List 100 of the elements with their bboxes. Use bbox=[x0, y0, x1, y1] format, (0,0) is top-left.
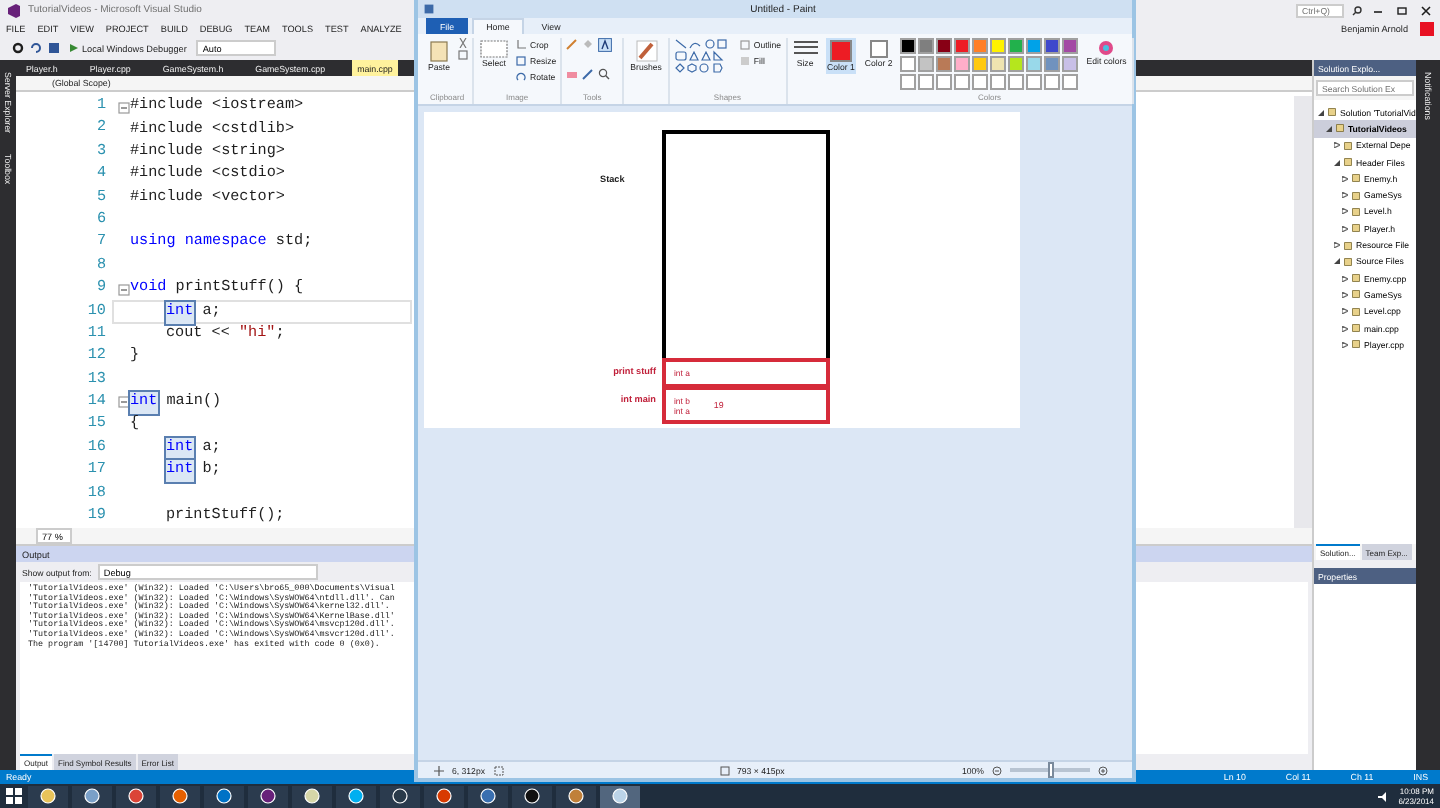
play-icon bbox=[70, 44, 78, 52]
expanded-icon bbox=[1318, 109, 1324, 116]
taskbar-app-button[interactable] bbox=[380, 785, 420, 807]
save-icon[interactable] bbox=[48, 42, 60, 54]
collapse-icon[interactable] bbox=[118, 283, 130, 296]
speaker-icon bbox=[1378, 791, 1389, 801]
app-icon bbox=[128, 788, 144, 804]
windows-logo-icon[interactable] bbox=[4, 786, 24, 806]
expanded-icon bbox=[1334, 258, 1340, 265]
palette-swatch[interactable] bbox=[972, 38, 989, 54]
zoom-out-icon[interactable] bbox=[992, 765, 1002, 775]
clipboard-icon bbox=[430, 40, 448, 62]
undo-icon[interactable] bbox=[30, 42, 42, 54]
taskbar-app-button[interactable] bbox=[512, 785, 552, 807]
taskbar-app-button[interactable] bbox=[160, 785, 200, 807]
palette-swatch[interactable] bbox=[990, 56, 1007, 72]
text-tool-icon[interactable] bbox=[598, 38, 613, 52]
taskbar-app-button[interactable] bbox=[336, 785, 376, 807]
taskbar-app-button[interactable] bbox=[600, 785, 640, 807]
palette-swatch[interactable] bbox=[936, 56, 953, 72]
copy-icon[interactable] bbox=[458, 50, 468, 60]
eraser-icon[interactable] bbox=[566, 68, 579, 80]
app-icon bbox=[216, 788, 232, 804]
palette-swatch[interactable] bbox=[1062, 38, 1079, 54]
app-icon bbox=[304, 788, 320, 804]
line-width-icon bbox=[793, 40, 818, 58]
color-wheel-icon bbox=[1098, 40, 1115, 56]
collapsed-icon bbox=[1342, 192, 1348, 199]
palette-swatch[interactable] bbox=[954, 56, 971, 72]
collapsed-icon bbox=[1342, 175, 1348, 182]
collapsed-icon bbox=[1334, 142, 1340, 149]
app-icon bbox=[84, 788, 100, 804]
expanded-icon bbox=[1326, 125, 1332, 132]
collapsed-icon bbox=[1342, 325, 1348, 331]
palette-swatch[interactable] bbox=[990, 38, 1007, 54]
palette-swatch[interactable] bbox=[972, 56, 989, 72]
magnifier-icon[interactable] bbox=[598, 68, 611, 80]
palette-swatch[interactable] bbox=[918, 56, 935, 72]
app-icon bbox=[436, 788, 452, 804]
taskbar-app-button[interactable] bbox=[468, 785, 508, 807]
collapse-icon[interactable] bbox=[118, 101, 130, 114]
taskbar-app-button[interactable] bbox=[116, 785, 156, 807]
taskbar-app-button[interactable] bbox=[204, 785, 244, 807]
app-icon bbox=[392, 788, 408, 804]
fill-icon bbox=[739, 56, 750, 66]
taskbar-app-button[interactable] bbox=[248, 785, 288, 807]
taskbar-app-button[interactable] bbox=[72, 785, 112, 807]
search-icon bbox=[1352, 5, 1362, 15]
app-icon bbox=[40, 788, 56, 804]
brush-icon bbox=[635, 40, 658, 62]
app-icon bbox=[524, 788, 540, 804]
selection-size-icon bbox=[493, 765, 503, 775]
app-icon bbox=[480, 788, 496, 804]
palette-swatch[interactable] bbox=[918, 38, 935, 54]
app-icon bbox=[568, 788, 584, 804]
restore-icon[interactable] bbox=[1394, 5, 1410, 15]
palette-swatch[interactable] bbox=[1008, 38, 1025, 54]
avatar-icon bbox=[1420, 21, 1434, 35]
visual-studio-logo-icon bbox=[6, 3, 20, 17]
palette-swatch[interactable] bbox=[1044, 56, 1061, 72]
color-picker-icon[interactable] bbox=[582, 68, 595, 80]
collapsed-icon bbox=[1342, 341, 1348, 348]
collapsed-icon bbox=[1342, 225, 1348, 232]
taskbar-app-button[interactable] bbox=[292, 785, 332, 807]
expanded-icon bbox=[1334, 159, 1340, 166]
image-size-icon bbox=[719, 765, 729, 775]
gear-icon[interactable] bbox=[12, 42, 24, 54]
taskbar-app-button[interactable] bbox=[28, 785, 68, 807]
resize-icon bbox=[516, 56, 526, 66]
palette-swatch[interactable] bbox=[954, 38, 971, 54]
app-icon bbox=[612, 788, 628, 804]
palette-swatch[interactable] bbox=[936, 38, 953, 54]
palette-swatch[interactable] bbox=[900, 56, 917, 72]
cursor-position-icon bbox=[434, 765, 444, 775]
palette-swatch[interactable] bbox=[1026, 56, 1043, 72]
palette-swatch[interactable] bbox=[1044, 38, 1061, 54]
palette-swatch[interactable] bbox=[1062, 56, 1079, 72]
minimize-icon[interactable] bbox=[1370, 5, 1386, 15]
pencil-icon[interactable] bbox=[566, 38, 579, 50]
collapsed-icon bbox=[1342, 208, 1348, 215]
app-icon bbox=[348, 788, 364, 804]
collapsed-icon bbox=[1342, 291, 1348, 298]
taskbar-app-button[interactable] bbox=[424, 785, 464, 807]
scissors-icon[interactable] bbox=[458, 38, 468, 48]
collapsed-icon bbox=[1334, 242, 1340, 249]
collapse-icon[interactable] bbox=[118, 396, 130, 409]
close-icon[interactable] bbox=[1418, 5, 1434, 15]
collapsed-icon bbox=[1342, 308, 1348, 315]
zoom-in-icon[interactable] bbox=[1098, 765, 1108, 775]
app-icon bbox=[260, 788, 276, 804]
outline-icon bbox=[739, 40, 750, 50]
crop-icon bbox=[516, 40, 526, 50]
rotate-icon bbox=[516, 72, 526, 82]
save-icon[interactable] bbox=[424, 4, 434, 14]
palette-swatch[interactable] bbox=[1008, 56, 1025, 72]
palette-swatch[interactable] bbox=[900, 38, 917, 54]
app-icon bbox=[172, 788, 188, 804]
scrollbar[interactable] bbox=[1294, 96, 1312, 528]
palette-swatch[interactable] bbox=[1026, 38, 1043, 54]
taskbar-app-button[interactable] bbox=[556, 785, 596, 807]
